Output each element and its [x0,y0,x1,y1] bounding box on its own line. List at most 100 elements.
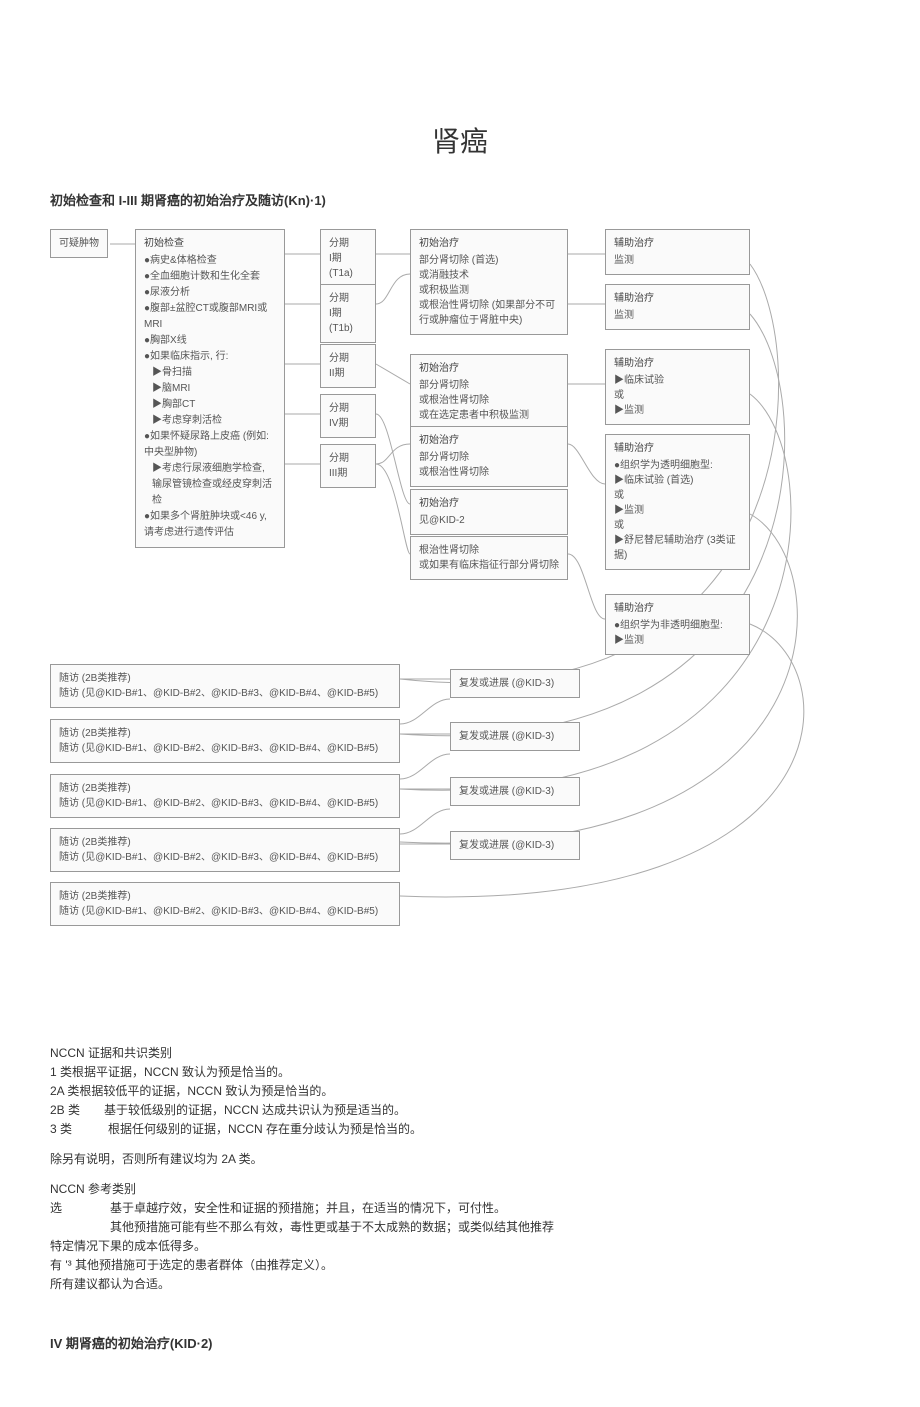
label: ●组织学为非透明细胞型: [614,618,741,633]
list-item: ●胸部X线 [144,333,276,349]
box-stage-t1a: 分期 I期 (T1a) [320,229,376,288]
box-suspect-mass: 可疑肿物 [50,229,108,258]
label: 辅助治疗 [614,601,741,616]
list-item: ●如果多个肾脏肿块或<46 y, 请考虑进行遗传评估 [144,509,276,541]
box-stage-t1b: 分期 I期 (T1b) [320,284,376,343]
box-relapse-4: 复发或进展 (@KID-3) [450,831,580,860]
label: 或 [614,388,741,403]
section-2-heading: IV 期肾癌的初始治疗(KID·2) [50,1333,870,1352]
label: ▶监测 [614,403,741,418]
list-item: ●腹部±盆腔CT或腹部MRI或MRI [144,301,276,333]
label: I期 (T1a) [329,251,367,281]
box-relapse-3: 复发或进展 (@KID-3) [450,777,580,806]
label: 或 [614,518,741,533]
label: 初始检查 [144,236,276,251]
box-tx-3: 初始治疗 部分肾切除 或根治性肾切除 [410,426,568,487]
label: 或积极监测 [419,283,559,298]
label: 辅助治疗 [614,236,741,251]
list-item: ●如果怀疑尿路上皮癌 (例如: 中央型肿物) [144,429,276,461]
flowchart-diagram: 可疑肿物 初始检查 ●病史&体格检查 ●全血细胞计数和生化全套 ●尿液分析 ●腹… [50,224,870,1004]
label: 或根治性肾切除 [419,393,559,408]
label: 初始治疗 [419,236,559,251]
label: 分期 [329,291,367,306]
label: 随访 (2B类推荐) [59,835,391,850]
label: 辅助治疗 [614,441,741,456]
label: 随访 (2B类推荐) [59,889,391,904]
list-item: ▶骨扫描 [144,365,276,381]
label: 随访 (2B类推荐) [59,726,391,741]
pref-line: 有 '³ 其他预措施可于选定的患者群体（由推荐定义）。 [50,1256,870,1274]
label: 复发或进展 (@KID-3) [459,676,571,691]
box-adj-2: 辅助治疗 监测 [605,284,750,330]
label: 随访 (见@KID-B#1、@KID-B#2、@KID-B#3、@KID-B#4… [59,904,391,919]
label: 或如果有临床指征行部分肾切除 [419,558,559,573]
workup-list: ●病史&体格检查 ●全血细胞计数和生化全套 ●尿液分析 ●腹部±盆腔CT或腹部M… [144,253,276,541]
label: 或消融技术 [419,268,559,283]
box-stage-3: 分期 III期 [320,444,376,488]
pref-line: 选 基于卓越疗效，安全性和证据的预措施；并且，在适当的情况下，可付性。 [50,1199,870,1217]
list-item: ▶脑MRI [144,381,276,397]
label: ▶监测 [614,633,741,648]
pref-line: 所有建议都认为合适。 [50,1275,870,1293]
label: 随访 (见@KID-B#1、@KID-B#2、@KID-B#3、@KID-B#4… [59,850,391,865]
list-item: ▶考虑穿刺活检 [144,413,276,429]
box-tx-4: 初始治疗 见@KID-2 [410,489,568,535]
box-adj-3: 辅助治疗 ▶临床试验 或 ▶监测 [605,349,750,425]
label: 见@KID-2 [419,513,559,528]
label: 部分肾切除 [419,450,559,465]
label: 随访 (见@KID-B#1、@KID-B#2、@KID-B#3、@KID-B#4… [59,686,391,701]
box-stage-2: 分期 II期 [320,344,376,388]
label: 根治性肾切除 [419,543,559,558]
list-item: ●病史&体格检查 [144,253,276,269]
label: 初始治疗 [419,496,559,511]
evidence-cat-3: 3 类 根据任何级别的证据，NCCN 存在重分歧认为预是恰当的。 [50,1120,870,1138]
box-followup-5: 随访 (2B类推荐) 随访 (见@KID-B#1、@KID-B#2、@KID-B… [50,882,400,926]
label: 监测 [614,253,741,268]
label: 分期 [329,351,367,366]
label: 分期 [329,451,367,466]
box-relapse-1: 复发或进展 (@KID-3) [450,669,580,698]
label: 随访 (2B类推荐) [59,671,391,686]
list-item: ▶考虑行尿液细胞学检查, 输尿管镜检查或经皮穿刺活检 [144,461,276,509]
evidence-cat-1: 1 类根据平证据，NCCN 致认为预是恰当的。 [50,1063,870,1081]
box-relapse-2: 复发或进展 (@KID-3) [450,722,580,751]
evidence-note: 除另有说明，否则所有建议均为 2A 类。 [50,1150,870,1168]
label: 复发或进展 (@KID-3) [459,784,571,799]
label: 初始治疗 [419,433,559,448]
box-followup-3: 随访 (2B类推荐) 随访 (见@KID-B#1、@KID-B#2、@KID-B… [50,774,400,818]
box-tx-5: 根治性肾切除 或如果有临床指征行部分肾切除 [410,536,568,580]
label: 或根治性肾切除 (如果部分不可行或肿瘤位于肾脏中央) [419,298,559,328]
box-adj-5: 辅助治疗 ●组织学为非透明细胞型: ▶监测 [605,594,750,655]
label: 初始治疗 [419,361,559,376]
label: 分期 [329,401,367,416]
box-tx-1: 初始治疗 部分肾切除 (首选) 或消融技术 或积极监测 或根治性肾切除 (如果部… [410,229,568,335]
label: 监测 [614,308,741,323]
box-adj-4: 辅助治疗 ●组织学为透明细胞型: ▶临床试验 (首选) 或 ▶监测 或 ▶舒尼替… [605,434,750,570]
label: 辅助治疗 [614,356,741,371]
label: 或根治性肾切除 [419,465,559,480]
list-item: ▶胸部CT [144,397,276,413]
label: 随访 (见@KID-B#1、@KID-B#2、@KID-B#3、@KID-B#4… [59,741,391,756]
evidence-cat-2b: 2B 类 基于较低级别的证据，NCCN 达成共识认为预是适当的。 [50,1101,870,1119]
list-item: ●尿液分析 [144,285,276,301]
box-followup-2: 随访 (2B类推荐) 随访 (见@KID-B#1、@KID-B#2、@KID-B… [50,719,400,763]
label: III期 [329,466,367,481]
label: ▶舒尼替尼辅助治疗 (3类证据) [614,533,741,563]
label: 部分肾切除 (首选) [419,253,559,268]
pref-line: 其他预措施可能有些不那么有效，毒性更或基于不太成熟的数据；或类似结其他推荐 [50,1218,870,1236]
label: 复发或进展 (@KID-3) [459,838,571,853]
evidence-heading: NCCN 证据和共识类别 [50,1044,870,1062]
label: II期 [329,366,367,381]
pref-heading: NCCN 参考类别 [50,1180,870,1198]
label: 或 [614,488,741,503]
label: ▶临床试验 (首选) [614,473,741,488]
label: ●组织学为透明细胞型: [614,458,741,473]
list-item: ●全血细胞计数和生化全套 [144,269,276,285]
label: 分期 [329,236,367,251]
box-initial-workup: 初始检查 ●病史&体格检查 ●全血细胞计数和生化全套 ●尿液分析 ●腹部±盆腔C… [135,229,285,548]
section-1-heading: 初始检查和 I-III 期肾癌的初始治疗及随访(Kn)·1) [50,190,870,209]
label: 辅助治疗 [614,291,741,306]
page-title: 肾癌 [50,120,870,160]
box-followup-1: 随访 (2B类推荐) 随访 (见@KID-B#1、@KID-B#2、@KID-B… [50,664,400,708]
label: ▶监测 [614,503,741,518]
